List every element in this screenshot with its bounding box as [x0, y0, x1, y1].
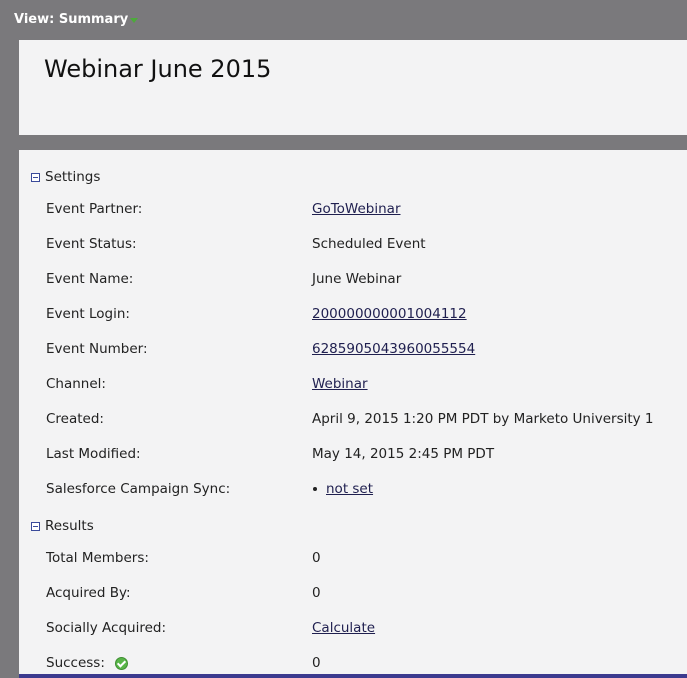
- event-login-link[interactable]: 200000000001004112: [312, 306, 467, 322]
- calculate-link[interactable]: Calculate: [312, 620, 375, 636]
- acquired-by-label: Acquired By:: [46, 585, 131, 601]
- event-status-value: Scheduled Event: [312, 236, 426, 252]
- event-status-label: Event Status:: [46, 236, 137, 252]
- collapse-icon[interactable]: [31, 172, 40, 182]
- results-section-label: Results: [45, 518, 94, 534]
- event-partner-label: Event Partner:: [46, 201, 143, 217]
- page-title: Webinar June 2015: [44, 55, 272, 83]
- channel-row: Channel: Webinar: [46, 376, 676, 396]
- event-name-value: June Webinar: [312, 271, 402, 287]
- chevron-down-icon: [130, 17, 139, 23]
- created-row: Created: April 9, 2015 1:20 PM PDT by Ma…: [46, 411, 676, 431]
- view-menu-label: View: Summary: [14, 12, 129, 27]
- created-value: April 9, 2015 1:20 PM PDT by Marketo Uni…: [312, 411, 654, 427]
- event-partner-link[interactable]: GoToWebinar: [312, 201, 401, 217]
- event-status-row: Event Status: Scheduled Event: [46, 236, 676, 256]
- event-login-row: Event Login: 200000000001004112: [46, 306, 676, 326]
- last-modified-label: Last Modified:: [46, 446, 141, 462]
- last-modified-row: Last Modified: May 14, 2015 2:45 PM PDT: [46, 446, 676, 466]
- socially-acquired-row: Socially Acquired: Calculate: [46, 620, 676, 640]
- event-name-label: Event Name:: [46, 271, 134, 287]
- socially-acquired-label: Socially Acquired:: [46, 620, 167, 636]
- view-menu[interactable]: View: Summary: [14, 12, 139, 27]
- success-label-wrap: Success:: [46, 655, 128, 671]
- channel-label: Channel:: [46, 376, 106, 392]
- event-name-row: Event Name: June Webinar: [46, 271, 676, 291]
- summary-panel: Settings Event Partner: GoToWebinar Even…: [19, 150, 687, 674]
- event-number-row: Event Number: 6285905043960055554: [46, 341, 676, 361]
- salesforce-sync-label: Salesforce Campaign Sync:: [46, 481, 231, 497]
- total-members-row: Total Members: 0: [46, 550, 676, 570]
- bottom-border: [19, 674, 687, 678]
- event-number-link[interactable]: 6285905043960055554: [312, 341, 475, 357]
- event-number-label: Event Number:: [46, 341, 148, 357]
- event-login-label: Event Login:: [46, 306, 130, 322]
- header-panel: Webinar June 2015: [19, 40, 687, 135]
- salesforce-sync-link[interactable]: not set: [326, 481, 373, 497]
- success-label: Success:: [46, 655, 105, 671]
- total-members-value: 0: [312, 550, 321, 566]
- last-modified-value: May 14, 2015 2:45 PM PDT: [312, 446, 495, 462]
- success-row: Success: 0: [46, 655, 676, 675]
- toolbar: View: Summary: [0, 0, 687, 40]
- settings-section-label: Settings: [45, 169, 101, 185]
- acquired-by-row: Acquired By: 0: [46, 585, 676, 605]
- success-value: 0: [312, 655, 321, 671]
- channel-link[interactable]: Webinar: [312, 376, 368, 392]
- settings-section-header[interactable]: Settings: [31, 167, 100, 187]
- collapse-icon[interactable]: [31, 521, 40, 531]
- results-section-header[interactable]: Results: [31, 516, 94, 536]
- bullet-icon: [313, 487, 317, 491]
- check-circle-icon: [114, 656, 128, 670]
- created-label: Created:: [46, 411, 104, 427]
- acquired-by-value: 0: [312, 585, 321, 601]
- salesforce-sync-row: Salesforce Campaign Sync: not set: [46, 481, 676, 501]
- event-partner-row: Event Partner: GoToWebinar: [46, 201, 676, 221]
- total-members-label: Total Members:: [46, 550, 149, 566]
